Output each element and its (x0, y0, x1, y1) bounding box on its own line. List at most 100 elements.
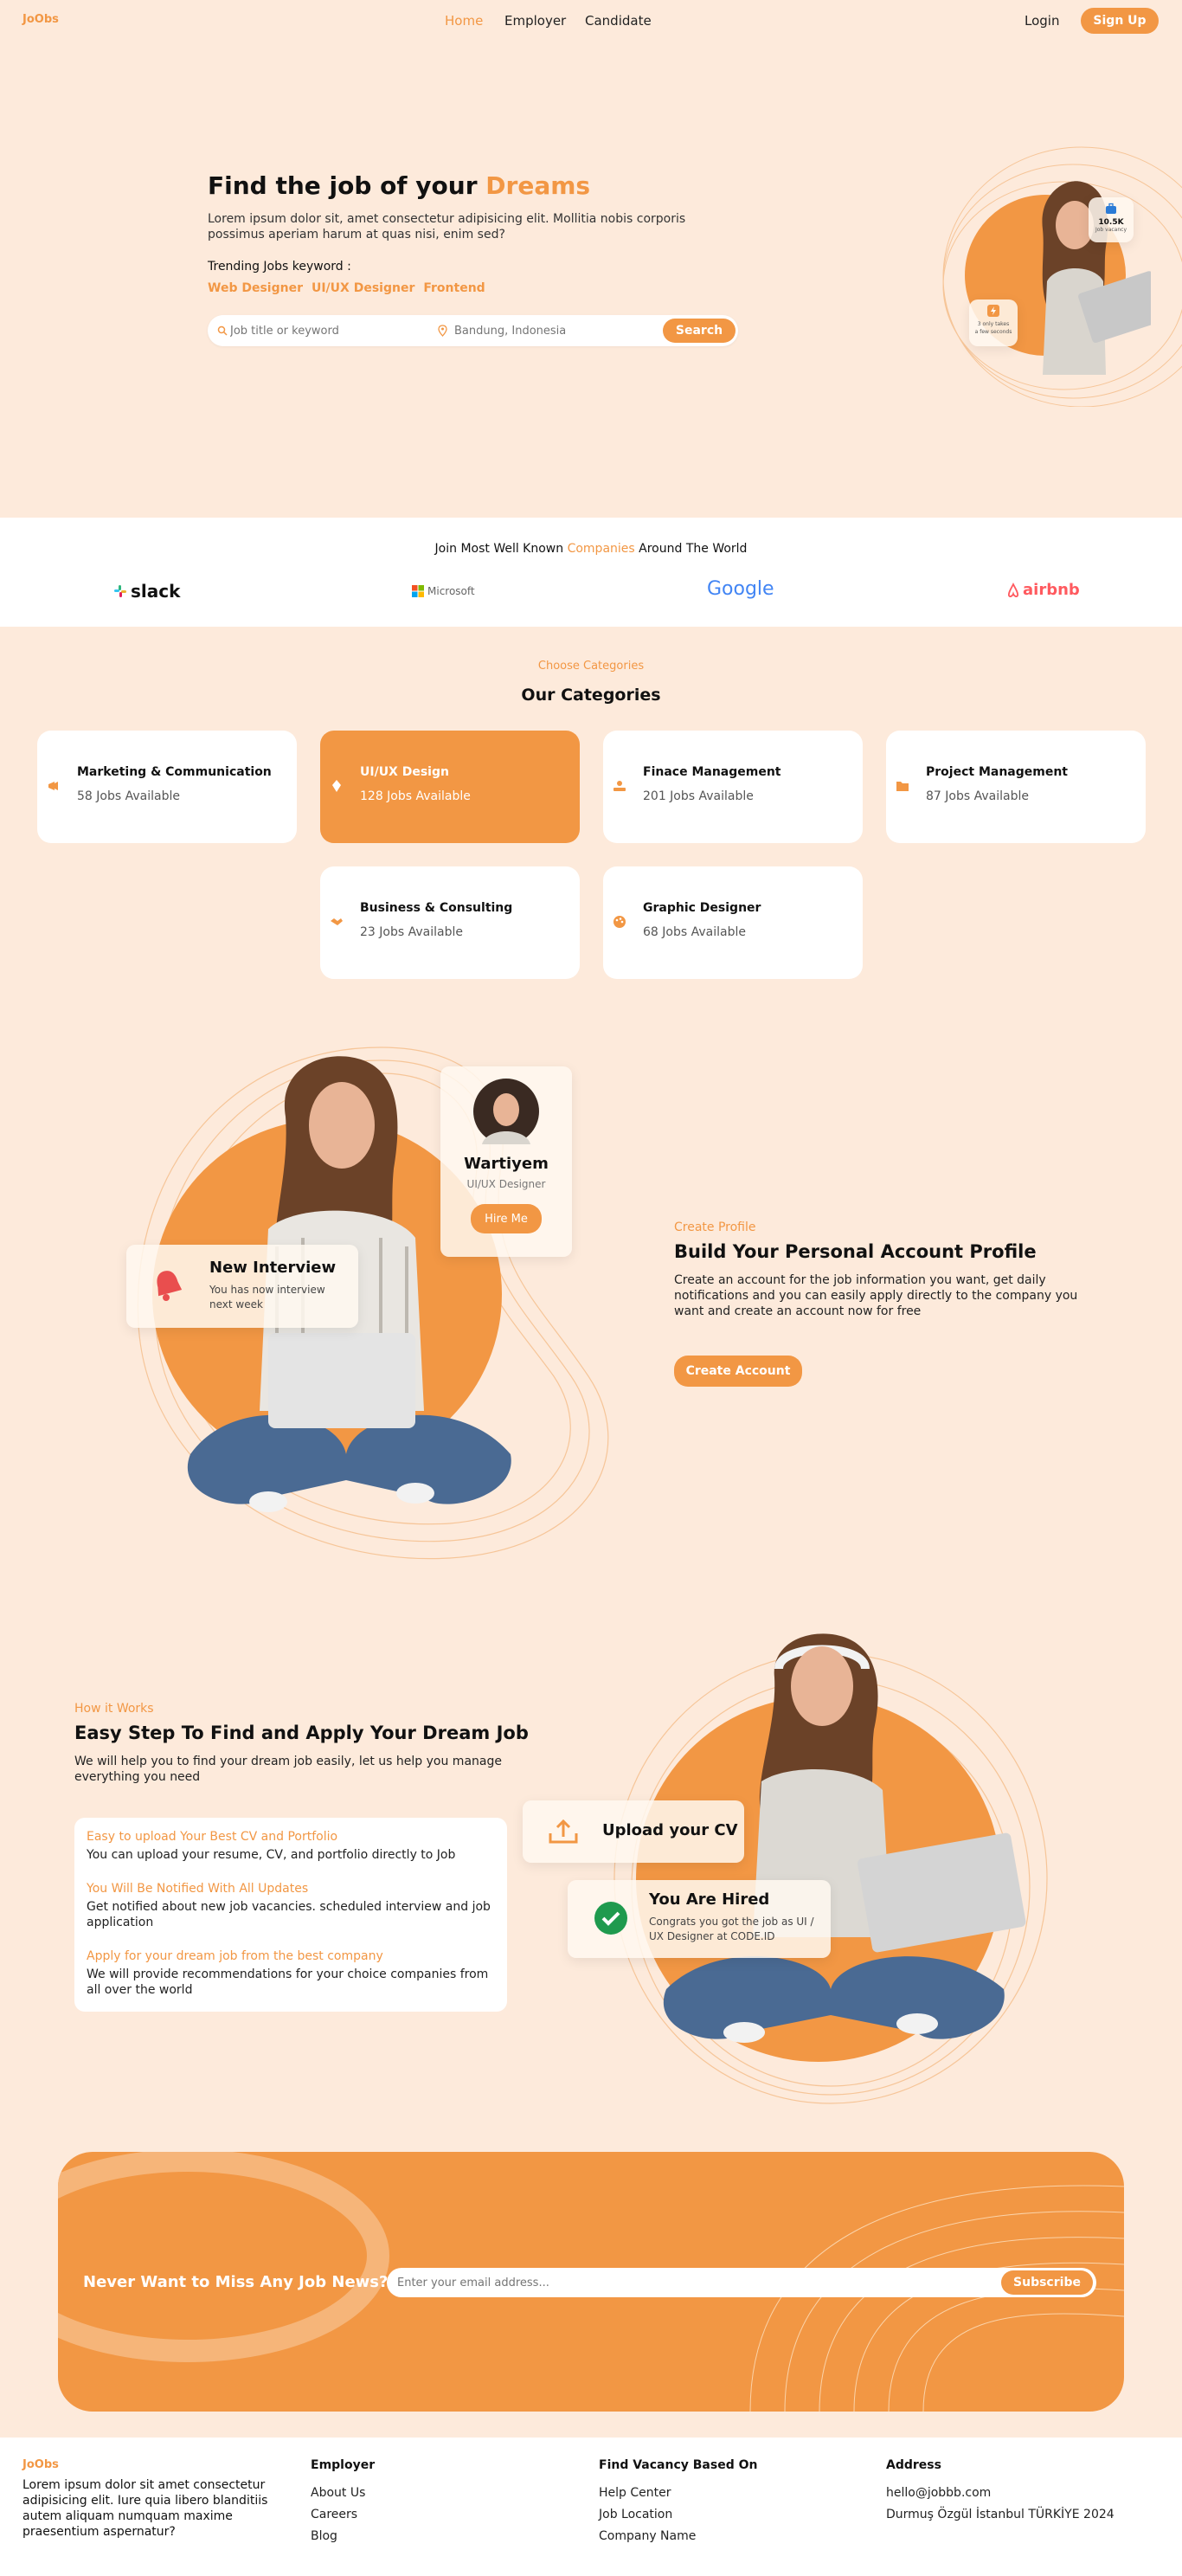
trending-item-uiux[interactable]: UI/UX Designer (312, 281, 414, 295)
category-card-business[interactable]: Business & Consulting 23 Jobs Available (320, 866, 580, 979)
slack-label: slack (131, 581, 181, 602)
search-icon (217, 325, 228, 336)
category-title: Business & Consulting (360, 901, 513, 915)
microsoft-logo: Microsoft (412, 585, 475, 597)
category-card-graphic[interactable]: Graphic Designer 68 Jobs Available (603, 866, 863, 979)
hire-me-button[interactable]: Hire Me (471, 1204, 542, 1233)
candidate-avatar (473, 1079, 539, 1144)
footer-link-about[interactable]: About Us (311, 2486, 365, 2500)
category-jobs: 87 Jobs Available (926, 789, 1029, 803)
location-pin-icon (438, 325, 447, 337)
briefcase-icon (1106, 203, 1116, 214)
category-jobs: 68 Jobs Available (643, 925, 746, 939)
hero-title-main: Find the job of your (208, 171, 478, 200)
location-input[interactable] (454, 323, 627, 338)
nav-employer[interactable]: Employer (504, 13, 566, 29)
footer-link-company[interactable]: Company Name (599, 2529, 696, 2543)
step-1-text: You can upload your resume, CV, and port… (87, 1848, 456, 1862)
profile-kicker: Create Profile (674, 1220, 756, 1234)
job-vacancy-count: 10.5K (1098, 218, 1124, 227)
trending-item-frontend[interactable]: Frontend (423, 281, 485, 295)
category-title: UI/UX Design (360, 765, 449, 779)
signup-button[interactable]: Sign Up (1081, 8, 1159, 34)
newsletter-email-input[interactable] (397, 2275, 916, 2290)
footer-link-blog[interactable]: Blog (311, 2529, 337, 2543)
footer-about: Lorem ipsum dolor sit amet consectetur a… (22, 2478, 268, 2539)
job-search-input[interactable] (230, 323, 421, 338)
how-kicker: How it Works (74, 1702, 154, 1716)
footer-vacancy-title: Find Vacancy Based On (599, 2458, 758, 2472)
nav-candidate[interactable]: Candidate (585, 13, 652, 29)
check-circle-icon (594, 1902, 627, 1935)
footer-employer-title: Employer (311, 2458, 376, 2472)
create-account-button[interactable]: Create Account (674, 1356, 802, 1387)
finance-icon (613, 781, 626, 791)
microsoft-icon (412, 585, 424, 597)
category-card-marketing[interactable]: Marketing & Communication 58 Jobs Availa… (37, 731, 297, 843)
subscribe-button[interactable]: Subscribe (1001, 2270, 1093, 2295)
category-title: Marketing & Communication (77, 765, 272, 779)
hired-card: You Are Hired Congrats you got the job a… (568, 1880, 831, 1958)
slack-icon (114, 585, 126, 597)
step-3-title: Apply for your dream job from the best c… (87, 1949, 383, 1963)
footer-address-title: Address (886, 2458, 941, 2472)
category-jobs: 58 Jobs Available (77, 789, 180, 803)
trending-item-web-designer[interactable]: Web Designer (208, 281, 303, 295)
category-jobs: 201 Jobs Available (643, 789, 754, 803)
apply-speed-text-2: a few seconds (974, 329, 1012, 335)
notification-title: New Interview (209, 1259, 337, 1277)
trending-list: Web Designer UI/UX Designer Frontend (208, 281, 485, 295)
footer-link-help[interactable]: Help Center (599, 2486, 671, 2500)
category-card-finance[interactable]: Finace Management 201 Jobs Available (603, 731, 863, 843)
step-2-text: Get notified about new job vacancies. sc… (87, 1900, 491, 1929)
handshake-icon (331, 918, 343, 925)
candidate-role: UI/UX Designer (466, 1178, 546, 1190)
search-bar: Search (208, 315, 738, 346)
slack-logo: slack (112, 581, 180, 602)
newsletter-title: Never Want to Miss Any Job News? (83, 2273, 389, 2291)
top-nav: JoObs Home Employer Candidate Login Sign… (0, 0, 1182, 42)
job-vacancy-badge: 10.5K Job vacancy (1089, 197, 1134, 242)
microsoft-label: Microsoft (427, 585, 475, 597)
footer: JoObs Lorem ipsum dolor sit amet consect… (0, 2438, 1182, 2576)
upload-icon (549, 1819, 578, 1844)
palette-icon (613, 916, 626, 928)
nav-home[interactable]: Home (445, 13, 483, 29)
design-icon (332, 780, 341, 792)
airbnb-logo: airbnb (1006, 581, 1080, 599)
categories-kicker: Choose Categories (537, 660, 645, 673)
candidate-name: Wartiyem (464, 1155, 549, 1173)
hired-text: Congrats you got the job as UI / UX Desi… (649, 1916, 814, 1942)
category-card-project[interactable]: Project Management 87 Jobs Available (886, 731, 1146, 843)
candidate-card: Wartiyem UI/UX Designer Hire Me (440, 1066, 572, 1257)
notification-text: You has now interview next week (209, 1284, 325, 1311)
google-logo: Google (707, 578, 774, 600)
newsletter-form: Subscribe (387, 2268, 1096, 2297)
footer-link-location[interactable]: Job Location (599, 2508, 672, 2521)
apply-speed-text-1: 3 only takes (977, 321, 1010, 327)
companies-heading-pre: Join Most Well Known (434, 542, 564, 556)
hero-description: Lorem ipsum dolor sit, amet consectetur … (208, 212, 686, 242)
category-title: Graphic Designer (643, 901, 761, 915)
category-card-uiux[interactable]: UI/UX Design 128 Jobs Available (320, 731, 580, 843)
folder-icon (896, 782, 909, 791)
airbnb-label: airbnb (1023, 581, 1080, 599)
login-link[interactable]: Login (1025, 13, 1059, 29)
footer-address: Durmuş Özgül İstanbul TÜRKİYE 2024 (886, 2508, 1115, 2521)
newsletter-banner: Never Want to Miss Any Job News? Subscri… (58, 2152, 1124, 2412)
how-text: We will help you to find your dream job … (74, 1755, 502, 1784)
companies-strip: Join Most Well Known Companies Around Th… (0, 518, 1182, 627)
logo[interactable]: JoObs (22, 13, 59, 26)
footer-logo[interactable]: JoObs (22, 2458, 59, 2471)
profile-text: Create an account for the job informatio… (674, 1273, 1078, 1318)
apply-speed-badge: 3 only takes a few seconds (969, 299, 1018, 346)
upload-cv-card[interactable]: Upload your CV (523, 1800, 744, 1863)
footer-link-careers[interactable]: Careers (311, 2508, 357, 2521)
interview-notification: New Interview You has now interview next… (126, 1245, 358, 1328)
category-title: Project Management (926, 765, 1068, 779)
search-button[interactable]: Search (663, 319, 736, 343)
category-title: Finace Management (643, 765, 781, 779)
hired-title: You Are Hired (649, 1890, 770, 1909)
trending-label: Trending Jobs keyword : (208, 260, 351, 274)
footer-email[interactable]: hello@jobbb.com (886, 2486, 991, 2500)
